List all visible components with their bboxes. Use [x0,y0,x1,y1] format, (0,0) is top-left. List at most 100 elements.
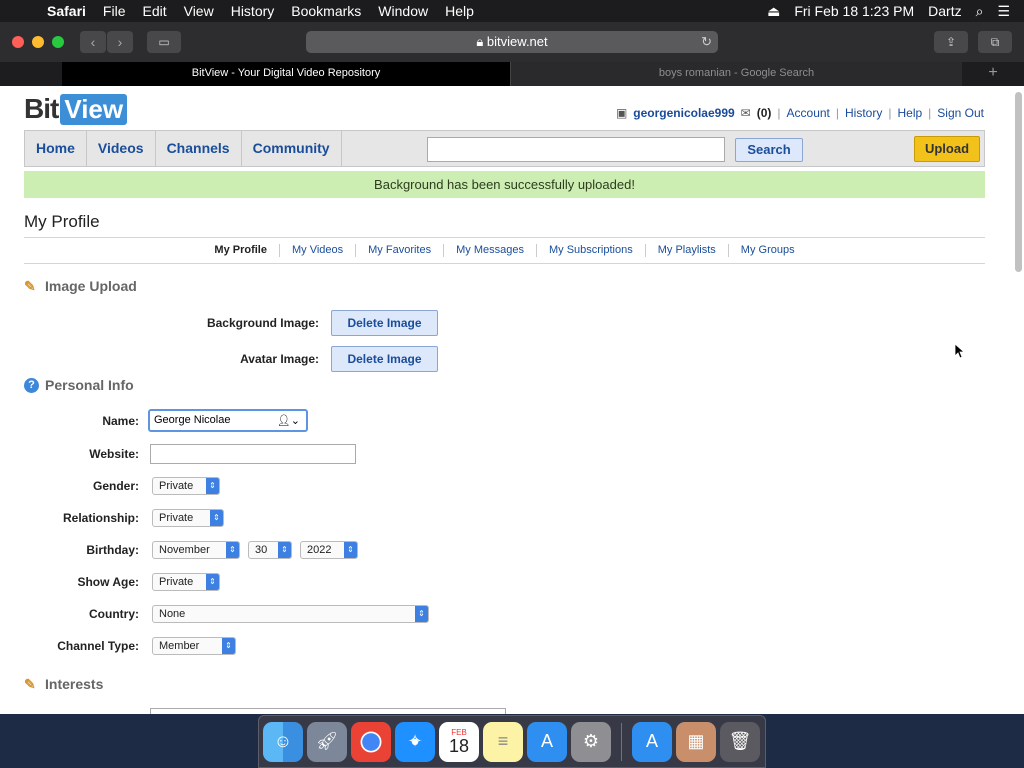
spotlight-search-icon[interactable]: ⌕ [976,3,984,20]
separator: | [888,106,892,120]
back-button[interactable]: ‹ [80,31,106,53]
reload-icon[interactable]: ↻ [701,31,712,53]
subnav-my-profile[interactable]: My Profile [202,244,280,257]
tab-bitview[interactable]: BitView - Your Digital Video Repository [62,62,510,86]
eject-icon[interactable]: ⏏ [767,3,780,20]
nav-videos[interactable]: Videos [87,131,156,166]
calendar-icon[interactable]: FEB 18 [439,721,479,762]
help-link[interactable]: Help [897,106,922,120]
page-title: My Profile [24,212,100,231]
select-arrow-icon: ⇕ [415,606,428,622]
finder-icon[interactable]: ☺ [263,721,303,762]
birthday-day-select[interactable]: 30 ⇕ [248,541,292,559]
nav-community[interactable]: Community [242,131,342,166]
search-button[interactable]: Search [735,138,803,162]
name-input[interactable]: George Nicolae 👤︎⌄ [148,409,308,432]
forward-button[interactable]: › [107,31,133,53]
gender-select[interactable]: Private ⇕ [152,477,220,495]
chrome-icon[interactable] [351,721,391,762]
browser-toolbar: ‹ › ▭ 🔒︎ bitview.net ↻ ⇪ ⧉ [0,22,1024,62]
avatar-image-label: Avatar Image: [240,352,319,366]
separator: | [835,106,840,120]
address-bar[interactable]: 🔒︎ bitview.net ↻ [306,31,718,53]
website-label: Website: [89,447,139,461]
select-arrow-icon: ⇕ [344,542,357,558]
birthday-year-select[interactable]: 2022 ⇕ [300,541,358,559]
zoom-window-button[interactable] [52,36,64,48]
messages-count[interactable]: (0) [757,106,772,120]
tab-bar: BitView - Your Digital Video Repository … [0,62,1024,86]
appstore-icon[interactable]: A [527,721,567,762]
subnav-my-playlists[interactable]: My Playlists [646,244,729,257]
subnav-my-messages[interactable]: My Messages [444,244,537,257]
menu-bookmarks[interactable]: Bookmarks [284,3,371,19]
tab-google-search[interactable]: boys romanian - Google Search [510,62,962,86]
subnav-my-groups[interactable]: My Groups [729,244,807,257]
menu-edit[interactable]: Edit [135,3,176,19]
user-icon: ▣ [615,106,628,120]
notes-icon[interactable]: ≡ [483,721,523,762]
interests-heading: ✎ Interests [24,675,104,692]
menu-app[interactable]: Safari [40,3,96,19]
system-preferences-icon[interactable]: ⚙ [571,721,611,762]
menu-view[interactable]: View [177,3,224,19]
nav-channels[interactable]: Channels [156,131,242,166]
mail-icon[interactable]: ✉ [741,106,751,120]
menu-history[interactable]: History [224,3,285,19]
birthday-month-select[interactable]: November ⇕ [152,541,240,559]
tab-overview-icon[interactable]: ⧉ [978,31,1012,53]
user-links: ▣ georgenicolae999 ✉ (0) | Account | His… [616,106,984,120]
window-controls [12,36,64,48]
subnav-my-videos[interactable]: My Videos [280,244,357,257]
website-input[interactable] [150,444,356,464]
pencil-icon: ✎ [24,277,36,294]
pencil-icon: ✎ [24,675,36,692]
history-link[interactable]: History [845,106,882,120]
page-scrollbar[interactable] [1015,92,1022,272]
lock-icon: 🔒︎ [476,34,484,49]
site-logo[interactable]: Bit View [24,91,128,125]
menubar-clock[interactable]: Fri Feb 18 1:23 PM [794,3,914,19]
delete-background-button[interactable]: Delete Image [331,310,438,336]
separator: | [777,106,781,120]
appstore-icon[interactable]: A [632,721,672,762]
question-icon: ? [24,377,39,393]
relationship-label: Relationship: [62,511,139,525]
channel-type-label: Channel Type: [57,639,139,653]
relationship-select[interactable]: Private ⇕ [152,509,224,527]
close-window-button[interactable] [12,36,24,48]
username-link[interactable]: georgenicolae999 [633,106,734,120]
search-input[interactable] [427,137,725,162]
share-icon[interactable]: ⇪ [934,31,968,53]
success-notice: Background has been successfully uploade… [24,171,985,198]
subnav-my-favorites[interactable]: My Favorites [356,244,445,257]
interests-textarea[interactable] [150,708,506,714]
dock: ☺ 🚀︎ ✧ FEB 18 ≡ A ⚙ A ▦ 🗑︎ [258,715,766,768]
upload-button[interactable]: Upload [914,136,980,162]
menu-file[interactable]: File [96,3,136,19]
trash-icon[interactable]: 🗑︎ [720,721,760,762]
new-tab-icon[interactable]: + [962,62,1024,86]
delete-avatar-button[interactable]: Delete Image [331,346,438,372]
control-center-icon[interactable]: ☰ [997,3,1010,20]
main-nav: Home Videos Channels Community Search Up… [24,130,985,167]
nav-home[interactable]: Home [25,131,87,166]
launchpad-icon[interactable]: 🚀︎ [307,721,347,762]
minimize-window-button[interactable] [32,36,44,48]
select-arrow-icon: ⇕ [206,478,219,494]
dock-separator [621,722,622,761]
show-age-select[interactable]: Private ⇕ [152,573,220,591]
sidebar-toggle-icon[interactable]: ▭ [147,31,181,53]
photos-icon[interactable]: ▦ [676,721,716,762]
safari-icon[interactable]: ✧ [395,721,435,762]
menu-window[interactable]: Window [371,3,438,19]
menubar-user[interactable]: Dartz [928,3,961,19]
subnav-my-subscriptions[interactable]: My Subscriptions [537,244,646,257]
contact-autofill-icon[interactable]: 👤︎⌄ [277,412,300,431]
menu-help[interactable]: Help [438,3,484,19]
sign-out-link[interactable]: Sign Out [937,106,984,120]
country-select[interactable]: None ⇕ [152,605,429,623]
select-arrow-icon: ⇕ [278,542,291,558]
channel-type-select[interactable]: Member ⇕ [152,637,236,655]
account-link[interactable]: Account [787,106,830,120]
